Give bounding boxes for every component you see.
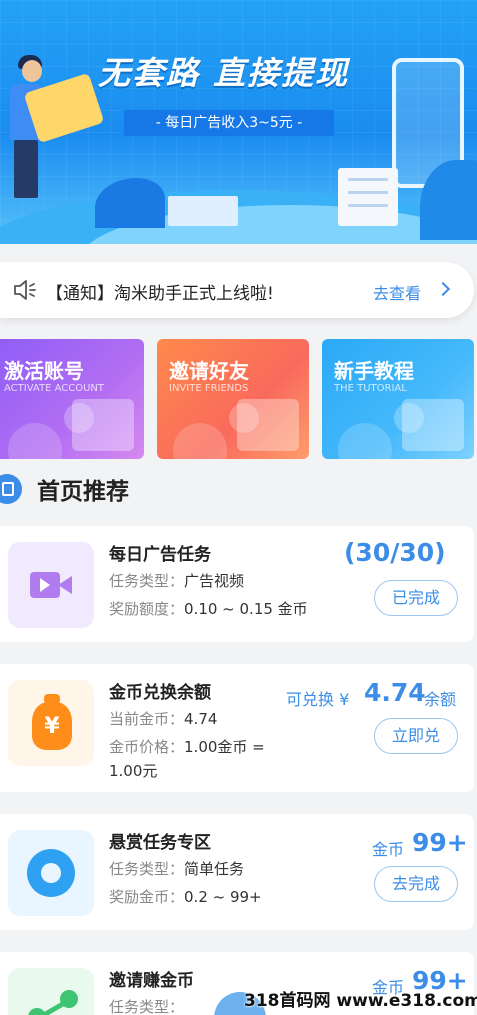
task-name: 邀请赚金币 [109,971,194,991]
task-type: 任务类型：广告视频 [109,570,244,591]
notice-text: 【通知】淘米助手正式上线啦! [46,284,274,304]
tile-activate-account[interactable]: 激活账号 ACTIVATE ACCOUNT [0,339,144,459]
task-type-label: 任务类型： [109,860,185,878]
watermark: 318首码网 www.e318.com [244,991,477,1011]
hero-banner[interactable]: 无套路 直接提现 - 每日广告收入3~5元 - [0,0,477,244]
go-complete-button[interactable]: 去完成 [374,866,458,902]
receipt-illustration [338,168,398,226]
coin-prefix: 金币 [372,840,405,859]
task-reward-value: 0.10 ~ 0.15 金币 [184,600,308,618]
task-reward-label: 奖励额度： [109,600,185,618]
notice-view-link[interactable]: 去查看 [373,280,421,304]
person-illustration-head [22,60,42,82]
money-bag-icon: ¥ [8,680,94,766]
task-type-label: 任务类型： [109,572,185,590]
exchangeable-suffix: 余额 [424,690,457,709]
share-icon [8,968,94,1015]
task-type-label: 任务类型： [109,998,185,1015]
task-type: 任务类型：简单任务 [109,858,244,879]
banner-title: 无套路 直接提现 [98,54,350,92]
tile-invite-friends[interactable]: 邀请好友 INVITE FRIENDS [157,339,309,459]
task-reward-value: 0.2 ~ 99+ [184,888,262,906]
task-name: 每日广告任务 [109,545,211,565]
exchangeable-prefix: 可兑换 ¥ [286,690,350,709]
banner-subtitle: - 每日广告收入3~5元 - [124,110,334,136]
task-name: 悬赏任务专区 [109,833,211,853]
task-type-value: 简单任务 [184,860,245,878]
task-reward-label: 奖励金币： [109,888,185,906]
coin-price: 金币价格：1.00金币 = [109,736,265,757]
tile-decoration [173,423,227,459]
task-name: 金币兑换余额 [109,683,211,703]
tile-title: 邀请好友 [169,359,249,383]
completed-button[interactable]: 已完成 [374,580,458,616]
task-card-exchange[interactable]: ¥ 金币兑换余额 当前金币：4.74 金币价格：1.00金币 = 1.00元 可… [0,664,474,792]
speaker-icon [14,280,36,300]
banner-building-illustration [168,196,238,226]
tile-subtitle: INVITE FRIENDS [169,383,249,394]
video-camera-icon [8,542,94,628]
coin-price-continued: 1.00元 [109,762,158,780]
clipboard-icon [0,474,22,504]
task-card-bounty[interactable]: 悬赏任务专区 任务类型：简单任务 奖励金币：0.2 ~ 99+ 金币 99+ 去… [0,814,474,930]
tile-subtitle: ACTIVATE ACCOUNT [4,383,104,394]
current-coins-label: 当前金币： [109,710,185,728]
tile-decoration [338,423,392,459]
task-card-daily-ads[interactable]: 每日广告任务 任务类型：广告视频 奖励额度：0.10 ~ 0.15 金币 (30… [0,526,474,642]
tile-decoration [8,423,62,459]
shop-illustration [72,399,134,451]
tile-tutorial[interactable]: 新手教程 THE TUTORIAL [322,339,474,459]
section-title: 首页推荐 [37,479,129,505]
chevron-right-icon[interactable] [435,281,451,297]
person-illustration-legs [14,140,38,198]
coin-price-label: 金币价格： [109,738,185,756]
gift-box-illustration [237,399,299,451]
eye-icon [8,830,94,916]
notice-bar[interactable]: 【通知】淘米助手正式上线啦! 去查看 [0,262,474,318]
task-type-value: 广告视频 [184,572,245,590]
tile-title: 新手教程 [334,359,414,383]
coin-price-value: 1.00金币 = [184,738,265,756]
task-reward: 奖励额度：0.10 ~ 0.15 金币 [109,598,308,619]
exchange-button[interactable]: 立即兑 [374,718,458,754]
coin-amount: 99+ [412,828,468,857]
current-coins-value: 4.74 [184,710,218,728]
exchangeable-amount: 4.74 [364,678,426,707]
task-progress: (30/30) [344,538,446,567]
tile-subtitle: THE TUTORIAL [334,383,407,394]
book-illustration [402,399,464,451]
current-coins: 当前金币：4.74 [109,708,217,729]
task-reward: 奖励金币：0.2 ~ 99+ [109,886,262,907]
tile-title: 激活账号 [4,359,84,383]
